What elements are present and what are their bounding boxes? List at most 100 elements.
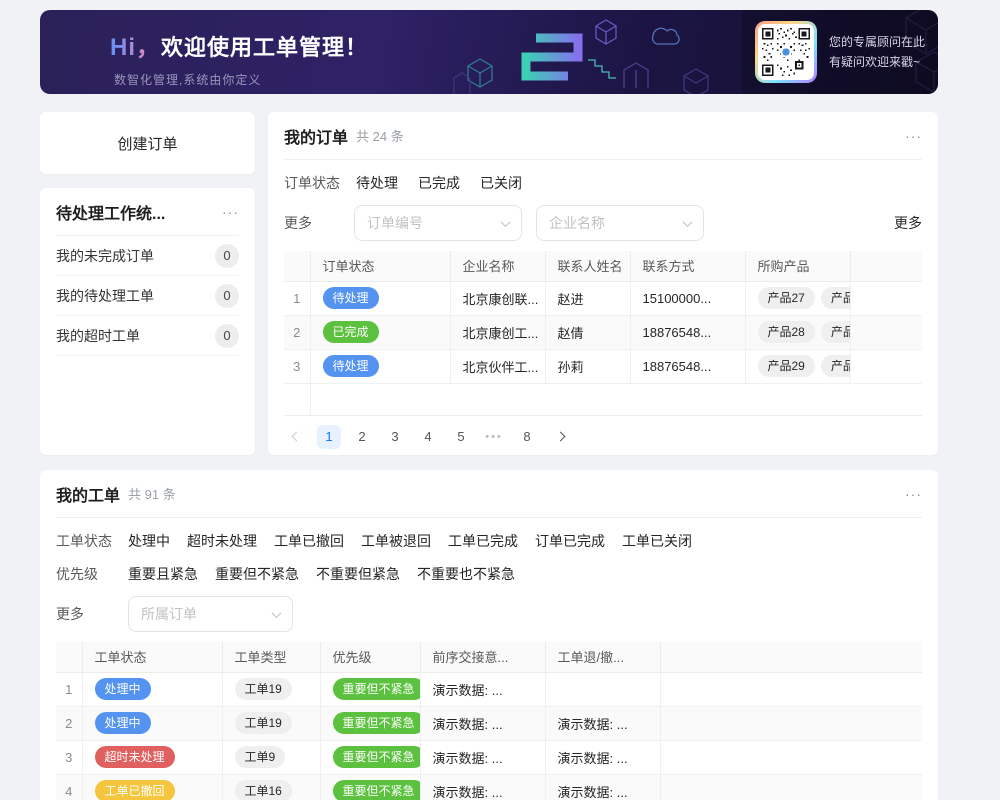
pagination-next-button[interactable] — [548, 425, 572, 449]
pagination: 1 2 3 4 5 ••• 8 — [284, 416, 922, 458]
withdraw-cell: 演示数据: ... — [545, 740, 660, 774]
qr-caption-line2: 有疑问欢迎来戳~ — [829, 52, 925, 72]
more-actions-icon[interactable]: ··· — [905, 129, 922, 143]
filter-option-completed[interactable]: 已完成 — [418, 173, 460, 193]
column-header-handover: 前序交接意... — [420, 642, 545, 672]
banner-text: Hi，欢迎使用工单管理！ 数智化管理,系统由你定义 — [110, 27, 368, 88]
column-header — [56, 642, 82, 672]
column-header-status: 工单状态 — [82, 642, 222, 672]
filter-option-notimportant-noturgent[interactable]: 不重要也不紧急 — [417, 564, 515, 584]
tickets-more-filter-row: 更多 所属订单 — [56, 596, 922, 632]
qr-panel: 您的专属顾问在此 有疑问欢迎来戳~ — [742, 10, 938, 94]
chevron-left-icon — [291, 432, 301, 442]
filter-option-important-noturgent[interactable]: 重要但不紧急 — [215, 564, 299, 584]
filter-option-overdue[interactable]: 超时未处理 — [187, 531, 257, 551]
stat-count-badge: 0 — [215, 284, 239, 308]
priority-badge: 重要但不紧急 — [333, 780, 421, 800]
more-filters-label: 更多 — [284, 213, 354, 233]
stat-label: 我的待处理工单 — [56, 286, 154, 306]
pagination-page-1[interactable]: 1 — [317, 425, 341, 449]
stat-row-unfinished-orders[interactable]: 我的未完成订单 0 — [56, 236, 239, 276]
row-index: 1 — [56, 672, 82, 706]
chevron-right-icon — [555, 432, 565, 442]
chevron-down-icon — [272, 608, 282, 618]
table-row[interactable]: 4 工单已撤回 工单16 重要但不紧急 演示数据: ... 演示数据: ... — [56, 774, 922, 800]
tickets-panel-title: 我的工单 — [56, 482, 120, 506]
table-row[interactable]: 3 超时未处理 工单9 重要但不紧急 演示数据: ... 演示数据: ... — [56, 740, 922, 774]
product-tag: 产品27 — [758, 287, 815, 309]
filter-option-returned[interactable]: 工单被退回 — [361, 531, 431, 551]
table-row[interactable]: 1 处理中 工单19 重要但不紧急 演示数据: ... — [56, 672, 922, 706]
todo-stats-title: 待处理工作统... — [56, 200, 165, 224]
column-header-extra — [660, 642, 922, 672]
filter-option-ticket-closed[interactable]: 工单已关闭 — [622, 531, 692, 551]
filter-option-recalled[interactable]: 工单已撤回 — [274, 531, 344, 551]
ticket-status-filter-row: 工单状态 处理中 超时未处理 工单已撤回 工单被退回 工单已完成 订单已完成 工… — [56, 531, 922, 551]
contact-cell: 赵倩 — [545, 315, 630, 349]
filter-option-ticket-done[interactable]: 工单已完成 — [448, 531, 518, 551]
orders-table: 订单状态 企业名称 联系人姓名 联系方式 所购产品 1 待处理 北京康创联...… — [284, 251, 922, 384]
qr-caption-line1: 您的专属顾问在此 — [829, 32, 925, 52]
product-tag: 产品29 — [758, 355, 815, 377]
filter-label: 工单状态 — [56, 531, 128, 551]
priority-badge: 重要但不紧急 — [333, 678, 421, 700]
create-order-button[interactable]: 创建订单 — [40, 112, 255, 174]
table-row[interactable]: 2 处理中 工单19 重要但不紧急 演示数据: ... 演示数据: ... — [56, 706, 922, 740]
filter-option-order-done[interactable]: 订单已完成 — [535, 531, 605, 551]
status-badge: 处理中 — [95, 712, 151, 734]
filter-label: 优先级 — [56, 564, 128, 584]
pagination-page-3[interactable]: 3 — [383, 425, 407, 449]
order-status-filter-row: 订单状态 待处理 已完成 已关闭 — [284, 173, 922, 193]
row-index: 2 — [56, 706, 82, 740]
product-tag: 产品 — [821, 321, 850, 343]
handover-cell: 演示数据: ... — [420, 706, 545, 740]
filter-option-processing[interactable]: 处理中 — [128, 531, 170, 551]
more-actions-icon[interactable]: ··· — [222, 205, 239, 219]
priority-filter-row: 优先级 重要且紧急 重要但不紧急 不重要但紧急 不重要也不紧急 — [56, 564, 922, 584]
table-row[interactable]: 3 待处理 北京伙伴工... 孙莉 18876548... 产品29产品 — [284, 349, 922, 383]
tickets-panel: 我的工单 共 91 条 ··· 工单状态 处理中 超时未处理 工单已撤回 工单被… — [40, 470, 938, 800]
stat-row-overdue-tickets[interactable]: 我的超时工单 0 — [56, 316, 239, 356]
pagination-page-8[interactable]: 8 — [515, 425, 539, 449]
status-badge: 待处理 — [323, 287, 379, 309]
status-badge: 已完成 — [323, 321, 379, 343]
todo-stats-card: 待处理工作统... ··· 我的未完成订单 0 我的待处理工单 0 我的超时工单… — [40, 188, 255, 455]
status-badge: 超时未处理 — [95, 746, 175, 768]
filter-option-notimportant-urgent[interactable]: 不重要但紧急 — [316, 564, 400, 584]
sidebar: 创建订单 待处理工作统... ··· 我的未完成订单 0 我的待处理工单 0 我… — [40, 112, 255, 455]
filter-option-closed[interactable]: 已关闭 — [480, 173, 522, 193]
orders-more-filter-row: 更多 订单编号 企业名称 更多 — [284, 205, 922, 241]
row-index: 1 — [284, 281, 310, 315]
company-select[interactable]: 企业名称 — [536, 205, 704, 241]
ticket-order-placeholder: 所属订单 — [141, 604, 197, 624]
ticket-order-select[interactable]: 所属订单 — [128, 596, 293, 632]
table-row[interactable]: 1 待处理 北京康创联... 赵进 15100000... 产品27产品 — [284, 281, 922, 315]
contact-cell: 赵进 — [545, 281, 630, 315]
pagination-page-5[interactable]: 5 — [449, 425, 473, 449]
pagination-prev-button[interactable] — [284, 425, 308, 449]
more-link[interactable]: 更多 — [894, 213, 922, 233]
row-index: 4 — [56, 774, 82, 800]
handover-cell: 演示数据: ... — [420, 740, 545, 774]
filter-option-pending[interactable]: 待处理 — [356, 173, 398, 193]
order-no-placeholder: 订单编号 — [367, 213, 423, 233]
withdraw-cell: 演示数据: ... — [545, 706, 660, 740]
column-header-phone: 联系方式 — [630, 251, 745, 281]
company-cell: 北京伙伴工... — [450, 349, 545, 383]
pagination-page-2[interactable]: 2 — [350, 425, 374, 449]
filter-option-important-urgent[interactable]: 重要且紧急 — [128, 564, 198, 584]
stat-label: 我的超时工单 — [56, 326, 140, 346]
status-badge: 待处理 — [323, 355, 379, 377]
banner-title: Hi，欢迎使用工单管理！ — [110, 27, 368, 62]
order-no-select[interactable]: 订单编号 — [354, 205, 522, 241]
banner-greeting-text: 欢迎使用工单管理！ — [161, 35, 368, 60]
chevron-down-icon — [501, 217, 511, 227]
stat-row-pending-tickets[interactable]: 我的待处理工单 0 — [56, 276, 239, 316]
pagination-ellipsis[interactable]: ••• — [482, 425, 506, 449]
pagination-page-4[interactable]: 4 — [416, 425, 440, 449]
status-badge: 处理中 — [95, 678, 151, 700]
more-actions-icon[interactable]: ··· — [905, 487, 922, 501]
handover-cell: 演示数据: ... — [420, 774, 545, 800]
contact-cell: 孙莉 — [545, 349, 630, 383]
table-row[interactable]: 2 已完成 北京康创工... 赵倩 18876548... 产品28产品 — [284, 315, 922, 349]
